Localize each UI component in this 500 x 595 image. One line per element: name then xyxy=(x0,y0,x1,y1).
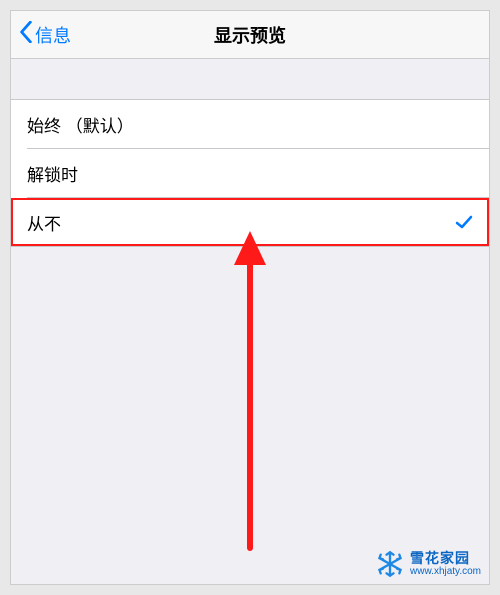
watermark-url: www.xhjaty.com xyxy=(410,566,481,577)
watermark: 雪花家园 www.xhjaty.com xyxy=(376,550,481,578)
option-always[interactable]: 始终 （默认） xyxy=(11,100,489,148)
page-title: 显示预览 xyxy=(11,22,489,48)
annotation-arrow xyxy=(247,231,253,551)
option-label: 始终 （默认） xyxy=(27,112,473,137)
options-list: 始终 （默认） 解锁时 从不 xyxy=(11,99,489,247)
checkmark-icon xyxy=(455,213,473,231)
arrow-shaft xyxy=(247,261,253,551)
chevron-left-icon xyxy=(19,21,35,48)
back-button[interactable]: 信息 xyxy=(11,21,71,48)
option-label: 解锁时 xyxy=(27,161,473,186)
navbar: 信息 显示预览 xyxy=(11,11,489,59)
section-spacer xyxy=(11,59,489,99)
back-label: 信息 xyxy=(35,22,71,48)
watermark-title: 雪花家园 xyxy=(410,551,481,566)
app-frame: 信息 显示预览 始终 （默认） 解锁时 从不 xyxy=(10,10,490,585)
option-never[interactable]: 从不 xyxy=(11,198,489,246)
option-when-unlocked[interactable]: 解锁时 xyxy=(11,149,489,197)
option-label: 从不 xyxy=(27,210,455,235)
snowflake-icon xyxy=(376,550,404,578)
